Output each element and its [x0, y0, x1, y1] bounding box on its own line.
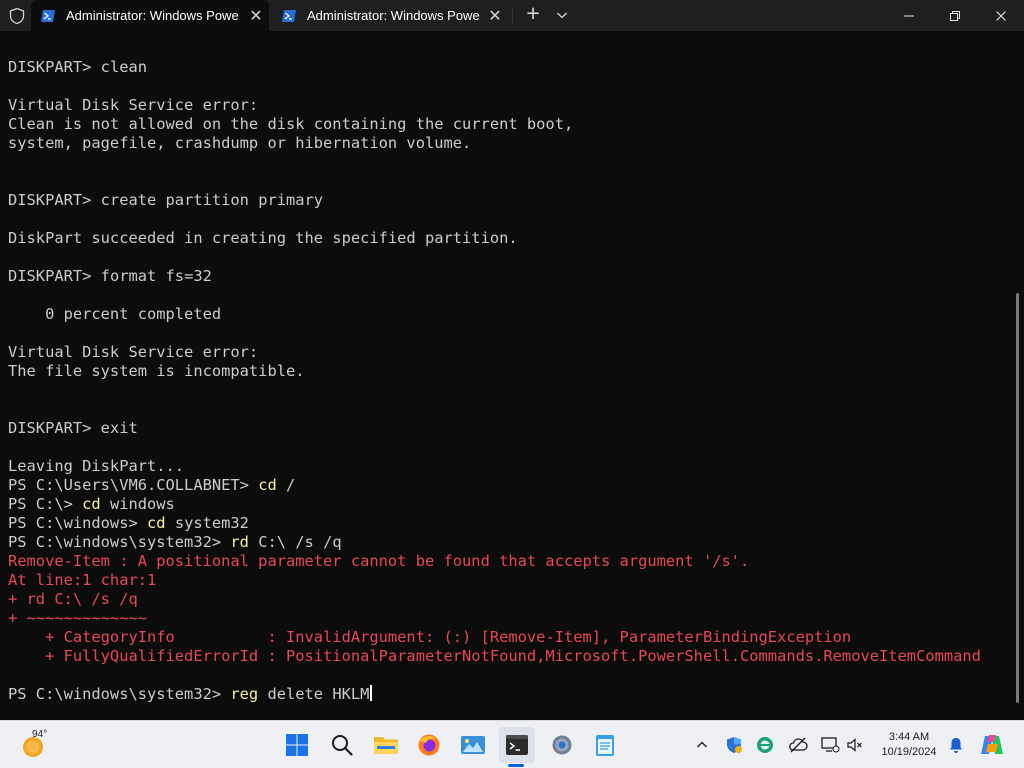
shield-icon	[9, 7, 25, 25]
terminal-line: The file system is incompatible.	[8, 362, 305, 380]
photos-button[interactable]	[455, 727, 491, 763]
terminal-line: DISKPART> exit	[8, 419, 138, 437]
terminal-button[interactable]	[499, 727, 535, 763]
settings-button[interactable]	[544, 727, 580, 763]
file-explorer-icon	[374, 737, 398, 754]
clock-date: 10/19/2024	[881, 746, 937, 758]
tab-powershell-2[interactable]: Administrator: Windows Powe ✕	[272, 0, 508, 31]
terminal-line: DISKPART> clean	[8, 58, 148, 76]
minimize-button[interactable]	[886, 0, 932, 31]
windows-start-icon	[286, 734, 308, 756]
search-button[interactable]	[324, 727, 360, 763]
search-icon	[332, 735, 353, 756]
terminal-line: Clean is not allowed on the disk contain…	[8, 115, 574, 133]
chevron-up-icon	[697, 741, 707, 748]
powershell-icon	[282, 9, 296, 22]
notifications-button[interactable]	[946, 735, 966, 755]
text-cursor	[370, 685, 373, 701]
show-hidden-icons-button[interactable]	[692, 735, 712, 755]
notepad-icon	[596, 735, 614, 756]
terminal-icon	[506, 735, 528, 755]
edge-icon	[757, 737, 773, 753]
terminal-line: Leaving DiskPart...	[8, 457, 185, 475]
terminal-input-line[interactable]: PS C:\windows\system32> reg delete HKLM	[8, 685, 373, 704]
tray-defender[interactable]	[724, 735, 744, 755]
photos-icon	[461, 736, 485, 754]
terminal-line: PS C:\> cd windows	[8, 495, 175, 513]
tray-edge[interactable]	[755, 735, 775, 755]
firefox-button[interactable]	[411, 727, 447, 763]
copilot-icon	[981, 735, 1003, 754]
terminal-line: Virtual Disk Service error:	[8, 96, 259, 114]
close-window-button[interactable]	[978, 0, 1024, 31]
tab-close-icon[interactable]: ✕	[243, 6, 269, 26]
notepad-button[interactable]	[587, 727, 623, 763]
vpn-icon	[789, 737, 808, 753]
tab-divider	[512, 8, 513, 24]
tray-vpn[interactable]	[788, 735, 808, 755]
start-button[interactable]	[279, 727, 315, 763]
terminal-line: PS C:\Users\VM6.COLLABNET> cd /	[8, 476, 296, 494]
scrollbar[interactable]	[1016, 293, 1019, 703]
new-tab-button[interactable]: +	[522, 4, 544, 26]
terminal-line: DISKPART> format fs=32	[8, 267, 212, 285]
error-line: At line:1 char:1	[8, 571, 157, 589]
error-line: + ~~~~~~~~~~~~~	[8, 609, 147, 627]
tab-label: Administrator: Windows Powe	[66, 8, 239, 23]
clock-time: 3:44 AM	[888, 731, 930, 743]
tray-volume[interactable]	[845, 735, 865, 755]
file-explorer-button[interactable]	[368, 727, 404, 763]
terminal-line: 0 percent completed	[8, 305, 222, 323]
error-line: + CategoryInfo : InvalidArgument: (:) [R…	[8, 628, 852, 646]
firefox-icon	[418, 734, 440, 756]
terminal-line: DISKPART> create partition primary	[8, 191, 324, 209]
tab-powershell-1[interactable]: Administrator: Windows Powe ✕	[31, 0, 269, 31]
error-line: Remove-Item : A positional parameter can…	[8, 552, 750, 570]
system-clock[interactable]: 3:44 AM 10/19/2024	[868, 730, 950, 760]
minimize-icon	[904, 15, 914, 16]
terminal-line: DiskPart succeeded in creating the speci…	[8, 229, 518, 247]
error-line: + rd C:\ /s /q	[8, 590, 138, 608]
close-icon	[996, 10, 1006, 21]
network-icon	[821, 737, 840, 753]
maximize-button[interactable]	[932, 0, 978, 31]
weather-temperature: 94°	[32, 729, 48, 740]
tab-close-icon[interactable]: ✕	[482, 6, 508, 26]
title-bar: Administrator: Windows Powe ✕ Administra…	[0, 0, 1024, 31]
terminal-line: system, pagefile, crashdump or hibernati…	[8, 134, 472, 152]
running-app-indicator	[508, 764, 524, 767]
tray-network[interactable]	[820, 735, 840, 755]
terminal-output[interactable]: DISKPART> clean Virtual Disk Service err…	[0, 31, 1024, 720]
notification-bell-icon	[950, 738, 962, 753]
terminal-line: PS C:\windows> cd system32	[8, 514, 249, 532]
copilot-button[interactable]	[979, 732, 1005, 758]
terminal-line: Virtual Disk Service error:	[8, 343, 259, 361]
taskbar: 94° 3:44 AM 10/19/2024	[0, 720, 1024, 768]
chevron-down-icon[interactable]	[552, 5, 572, 25]
defender-icon	[727, 737, 742, 753]
terminal-line: PS C:\windows\system32> rd C:\ /s /q	[8, 533, 342, 551]
volume-muted-icon	[847, 738, 862, 752]
powershell-icon	[41, 9, 55, 22]
error-line: + FullyQualifiedErrorId : PositionalPara…	[8, 647, 981, 665]
tab-label: Administrator: Windows Powe	[307, 8, 480, 23]
settings-icon	[552, 735, 572, 755]
maximize-icon	[950, 10, 960, 21]
